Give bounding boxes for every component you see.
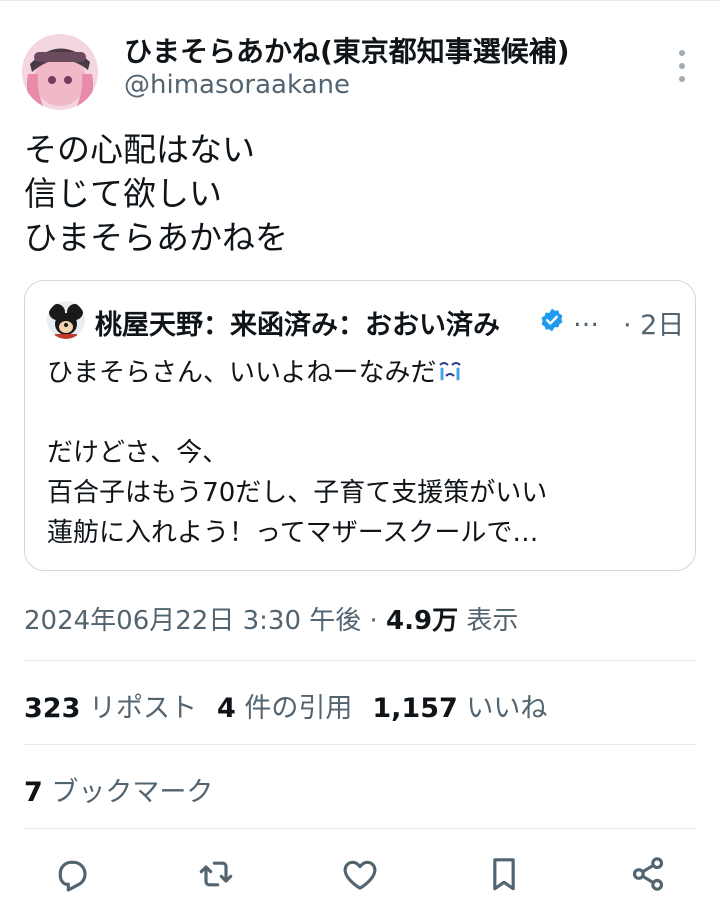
views-count: 4.9万 — [386, 606, 459, 636]
quoted-line: 蓮舫に入れよう！ってマザースクールで… — [47, 518, 539, 548]
more-options-icon[interactable] — [668, 46, 696, 86]
reply-icon[interactable] — [52, 854, 92, 894]
quoted-line: ひまそらさん、いいよねーなみだ — [47, 353, 547, 393]
tweet-meta: 2024年06月22日 3:30 午後 · 4.9万 表示 — [24, 600, 518, 637]
author-display-name[interactable]: ひまそらあかね(東京都知事選候補) — [124, 30, 570, 70]
bookmark-icon[interactable] — [484, 854, 524, 894]
post-datetime[interactable]: 2024年06月22日 3:30 午後 · — [24, 606, 386, 636]
likes-link[interactable]: 1,157 いいね — [372, 693, 547, 724]
quoted-tweet-card[interactable]: 桃屋天野：来函済み：おおい済み … · 2日 ひまそらさん、いいよねーなみだ だ… — [24, 280, 696, 571]
quoted-author-name: 桃屋天野：来函済み：おおい済み — [95, 310, 500, 341]
engagement-stats: 323 リポスト 4 件の引用 1,157 いいね — [24, 686, 547, 725]
divider — [24, 660, 696, 661]
divider — [24, 744, 696, 745]
quotes-link[interactable]: 4 件の引用 — [217, 693, 352, 724]
quoted-timestamp: · 2日 — [623, 310, 685, 341]
reposts-link[interactable]: 323 リポスト — [24, 693, 197, 724]
divider — [24, 828, 696, 829]
quoted-name-ellipsis: … — [573, 303, 599, 333]
quoted-tweet-text: ひまそらさん、いいよねーなみだ だけどさ、今、 百合子はもう70だし、子育て支援… — [47, 353, 547, 553]
verified-badge-icon — [539, 307, 565, 333]
quoted-line: だけどさ、今、 — [47, 438, 229, 468]
tweet-line: ひまそらあかねを — [24, 218, 288, 257]
action-bar — [0, 850, 720, 898]
tweet-line: 信じて欲しい — [24, 174, 222, 213]
like-icon[interactable] — [340, 854, 380, 894]
share-icon[interactable] — [628, 854, 668, 894]
quoted-line — [47, 393, 547, 433]
tweet-text: その心配はない 信じて欲しい ひまそらあかねを — [24, 128, 288, 260]
top-divider — [0, 0, 720, 1]
crying-face-icon — [436, 355, 464, 395]
bookmarks-link[interactable]: 7 ブックマーク — [24, 770, 213, 809]
views-label: 表示 — [458, 606, 519, 636]
author-avatar[interactable] — [22, 34, 98, 110]
quoted-line: 百合子はもう70だし、子育て支援策がいい — [47, 478, 548, 508]
quoted-author-avatar — [47, 301, 85, 339]
tweet-line: その心配はない — [24, 130, 255, 169]
repost-icon[interactable] — [196, 854, 236, 894]
author-handle[interactable]: @himasoraakane — [124, 70, 350, 100]
